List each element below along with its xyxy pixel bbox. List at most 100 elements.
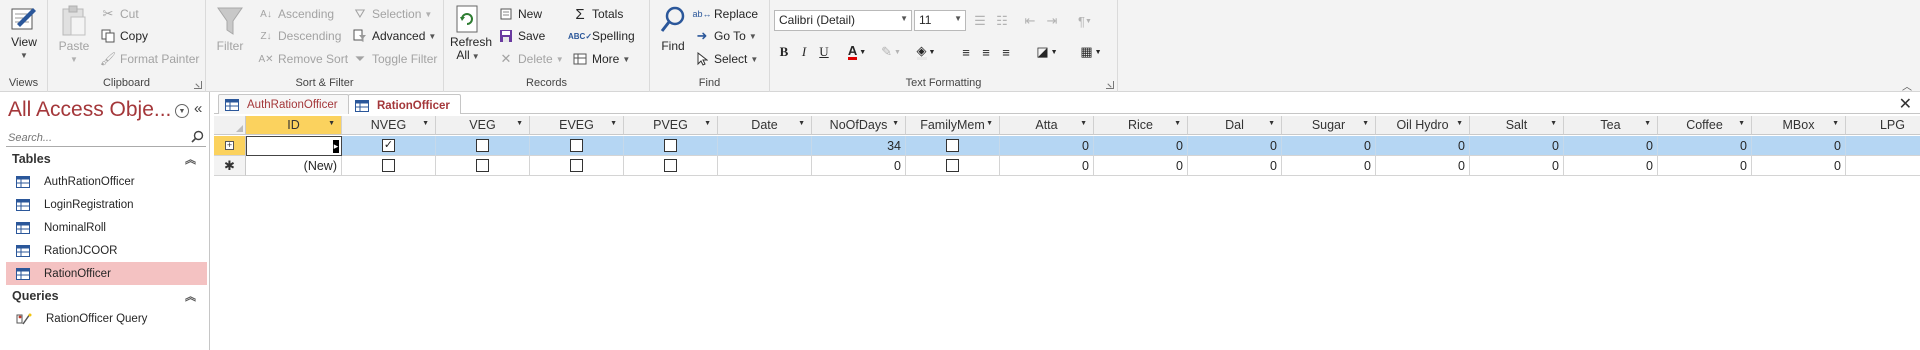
column-header-nveg[interactable]: NVEG ▼ [342, 116, 436, 135]
go-to-button[interactable]: ➜ Go To ▼ [694, 26, 757, 46]
column-header-sugar[interactable]: Sugar ▼ [1282, 116, 1376, 135]
replace-button[interactable]: ab↔ Replace [693, 4, 759, 24]
cell-mbox[interactable]: 0 [1752, 156, 1846, 176]
font-name-select[interactable]: Calibri (Detail) ▼ [774, 10, 912, 31]
new-record-button[interactable]: New [498, 4, 542, 24]
gridlines-button[interactable]: ▦ ▼ [1076, 42, 1106, 62]
advanced-button[interactable]: Advanced ▼ [352, 26, 436, 46]
cell-nveg[interactable] [342, 156, 436, 176]
align-right-button[interactable]: ≡ [996, 42, 1016, 62]
cell-date[interactable] [718, 136, 812, 156]
column-filter-chevron-icon[interactable]: ▼ [1644, 120, 1651, 127]
column-header-oil-hydro[interactable]: Oil Hydro ▼ [1376, 116, 1470, 135]
cell-eveg[interactable] [530, 136, 624, 156]
select-all-corner[interactable] [214, 116, 246, 135]
column-header-id[interactable]: ID ▼ [246, 116, 342, 135]
background-color-button[interactable]: ◈ ▼ [910, 42, 942, 62]
nav-menu-chevron-icon[interactable]: ▼ [175, 104, 189, 118]
view-button[interactable]: View ▼ [6, 4, 42, 62]
cell-dal[interactable]: 0 [1188, 136, 1282, 156]
nav-item-rationofficer-query[interactable]: RationOfficer Query [6, 307, 207, 330]
column-header-familymem[interactable]: FamilyMem ▼ [906, 116, 1000, 135]
cell-atta[interactable]: 0 [1000, 136, 1094, 156]
nav-search-input[interactable] [6, 129, 181, 146]
cell-sugar[interactable]: 0 [1282, 156, 1376, 176]
checkbox[interactable] [476, 139, 489, 152]
decrease-indent-button[interactable]: ⇤ [1020, 11, 1040, 31]
column-filter-chevron-icon[interactable]: ▼ [1456, 120, 1463, 127]
search-icon[interactable] [191, 130, 204, 146]
cell-veg[interactable] [436, 136, 530, 156]
bold-button[interactable]: B [774, 42, 794, 62]
collapse-ribbon-icon[interactable]: ︿ [1902, 78, 1912, 93]
cell-oil-hydro[interactable]: 0 [1376, 156, 1470, 176]
column-filter-chevron-icon[interactable]: ▼ [610, 120, 617, 127]
nav-item-nominalroll[interactable]: NominalRoll [6, 216, 207, 239]
cell-rice[interactable]: 0 [1094, 136, 1188, 156]
refresh-all-button[interactable]: Refresh All ▼ [450, 4, 492, 63]
column-header-lpg[interactable]: LPG [1846, 116, 1920, 135]
close-icon[interactable]: ✕ [1899, 94, 1912, 114]
cell-date[interactable] [718, 156, 812, 176]
tab-rationofficer[interactable]: RationOfficer [348, 94, 461, 116]
text-formatting-launcher-icon[interactable] [1106, 81, 1114, 89]
cell-noofdays[interactable]: 34 [812, 136, 906, 156]
cell-familymem[interactable] [906, 136, 1000, 156]
italic-button[interactable]: I [794, 42, 814, 62]
cell-eveg[interactable] [530, 156, 624, 176]
clipboard-launcher-icon[interactable] [194, 81, 202, 89]
column-header-veg[interactable]: VEG ▼ [436, 116, 530, 135]
column-filter-chevron-icon[interactable]: ▼ [1362, 120, 1369, 127]
cell-tea[interactable]: 0 [1564, 136, 1658, 156]
new-record-selector[interactable]: ✱ [214, 156, 246, 176]
save-button[interactable]: Save [498, 26, 545, 46]
totals-button[interactable]: Σ Totals [572, 4, 623, 24]
underline-button[interactable]: U [814, 42, 834, 62]
tab-authrationofficer[interactable]: AuthRationOfficer [218, 94, 349, 115]
checkbox-checked[interactable]: ✓ [382, 139, 395, 152]
cell-lpg[interactable] [1846, 136, 1920, 156]
checkbox[interactable] [664, 159, 677, 172]
more-button[interactable]: More ▼ [572, 49, 630, 69]
column-filter-chevron-icon[interactable]: ▼ [1174, 120, 1181, 127]
record-selector[interactable]: + [214, 136, 246, 156]
nav-item-loginregistration[interactable]: LoginRegistration [6, 193, 207, 216]
column-filter-chevron-icon[interactable]: ▼ [1550, 120, 1557, 127]
column-header-salt[interactable]: Salt ▼ [1470, 116, 1564, 135]
cell-coffee[interactable]: 0 [1658, 156, 1752, 176]
column-filter-chevron-icon[interactable]: ▼ [516, 120, 523, 127]
column-header-noofdays[interactable]: NoOfDays ▼ [812, 116, 906, 135]
paste-button[interactable]: Paste ▼ [56, 4, 92, 66]
ascending-button[interactable]: A↓ Ascending [258, 4, 334, 24]
font-color-button[interactable]: A ▼ [842, 42, 872, 62]
column-filter-chevron-icon[interactable]: ▼ [328, 120, 335, 127]
column-filter-chevron-icon[interactable]: ▼ [986, 120, 993, 127]
column-header-atta[interactable]: Atta ▼ [1000, 116, 1094, 135]
expand-subdatasheet-icon[interactable]: + [225, 141, 234, 150]
format-painter-button[interactable]: 🖌 Format Painter [100, 49, 200, 69]
checkbox[interactable] [570, 159, 583, 172]
cell-noofdays[interactable]: 0 [812, 156, 906, 176]
column-header-date[interactable]: Date ▼ [718, 116, 812, 135]
nav-section-tables[interactable]: Tables ︽ [6, 149, 206, 169]
select-button[interactable]: Select ▼ [694, 49, 758, 69]
paragraph-direction-button[interactable]: ¶ ▼ [1070, 11, 1100, 31]
alternate-row-color-button[interactable]: ◪ ▼ [1032, 42, 1062, 62]
cell-rice[interactable]: 0 [1094, 156, 1188, 176]
selection-button[interactable]: ⛛ Selection ▼ [352, 4, 433, 24]
spelling-button[interactable]: ABC✓ Spelling [568, 26, 635, 46]
cell-oil-hydro[interactable]: 0 [1376, 136, 1470, 156]
cell-salt[interactable]: 0 [1470, 136, 1564, 156]
nav-item-rationofficer[interactable]: RationOfficer [6, 262, 207, 285]
column-header-pveg[interactable]: PVEG ▼ [624, 116, 718, 135]
align-center-button[interactable]: ≡ [976, 42, 996, 62]
column-header-eveg[interactable]: EVEG ▼ [530, 116, 624, 135]
cell-atta[interactable]: 0 [1000, 156, 1094, 176]
checkbox[interactable] [570, 139, 583, 152]
numbering-button[interactable]: ☷ [992, 11, 1012, 31]
remove-sort-button[interactable]: A✕ Remove Sort [258, 49, 348, 69]
checkbox[interactable] [946, 139, 959, 152]
font-size-select[interactable]: 11 ▼ [914, 10, 966, 31]
column-filter-chevron-icon[interactable]: ▼ [1268, 120, 1275, 127]
cell-pveg[interactable] [624, 156, 718, 176]
